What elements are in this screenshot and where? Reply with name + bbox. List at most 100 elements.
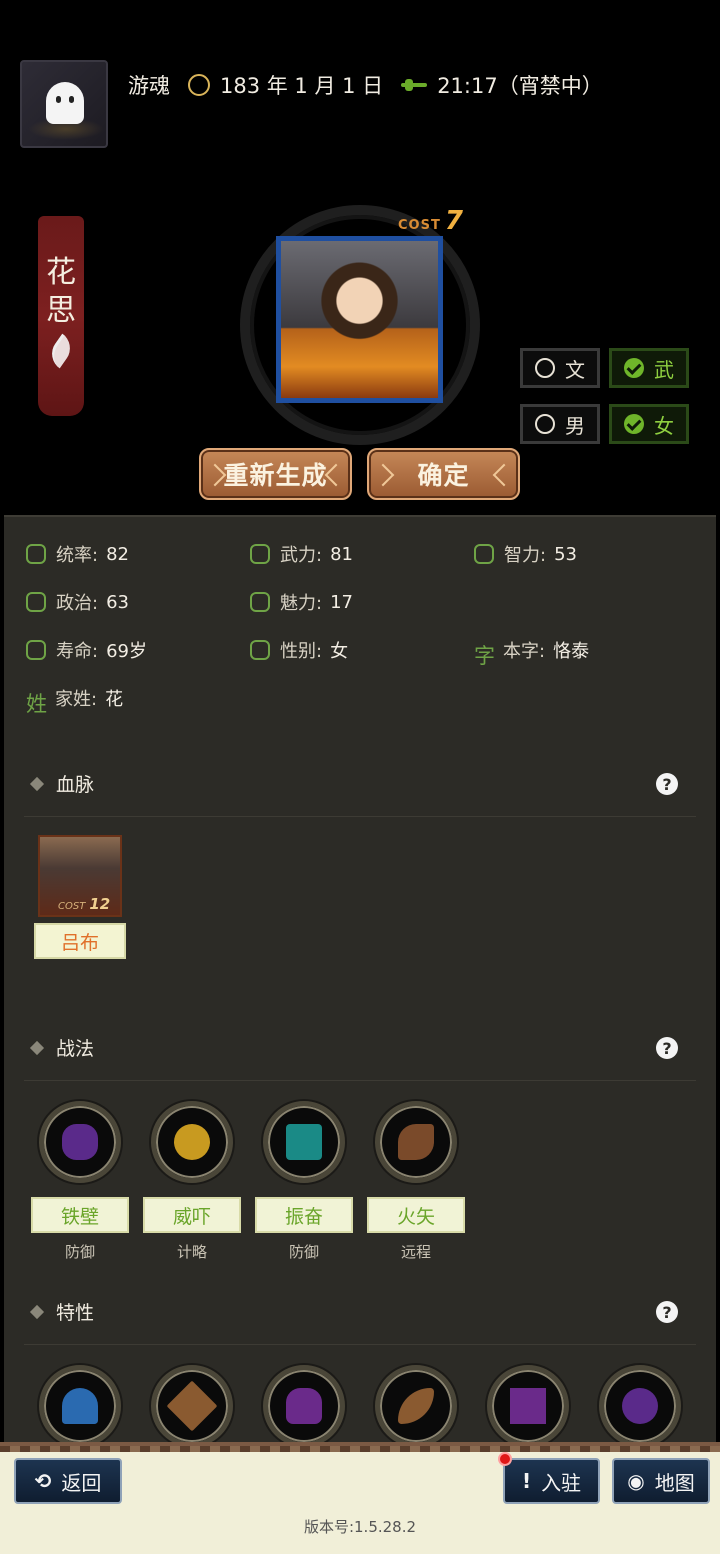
diamond-icon — [29, 1040, 45, 1055]
toggle-wu[interactable]: 武 — [609, 348, 689, 388]
stat-command: 统率: 82 — [26, 539, 129, 569]
cost-label: COST — [58, 901, 86, 912]
trait-item[interactable] — [366, 1365, 466, 1447]
bloodline-name[interactable]: 吕布 — [34, 923, 126, 959]
map-label: 地图 — [654, 1470, 695, 1495]
tactic-inspire[interactable]: 振奋 防御 — [254, 1101, 354, 1262]
stat-value: 花 — [105, 689, 124, 710]
toggle-label: 文 — [565, 357, 585, 382]
eye-icon — [250, 592, 270, 612]
diamond-icon — [29, 1304, 45, 1319]
help-icon[interactable]: ? — [656, 1301, 678, 1323]
stat-intelligence: 智力: 53 — [474, 539, 577, 569]
back-label: 返回 — [61, 1470, 102, 1495]
gate-icon — [487, 1365, 569, 1447]
stat-value: 53 — [554, 543, 577, 565]
arm-icon — [250, 544, 270, 564]
tactic-fire-arrows[interactable]: 火矢 远程 — [366, 1101, 466, 1262]
diamond-icon — [29, 776, 45, 791]
stat-lifespan: 寿命: 69岁 — [26, 635, 147, 665]
toggle-female[interactable]: 女 — [609, 404, 689, 444]
toggle-label: 女 — [654, 413, 674, 438]
tactic-name: 振奋 — [255, 1197, 353, 1233]
name-char-1: 花 — [46, 255, 76, 290]
tactic-type: 防御 — [288, 1243, 319, 1261]
station-button[interactable]: ! 入驻 — [503, 1458, 600, 1504]
name-char-2: 思 — [46, 293, 76, 328]
stat-label: 性别: — [280, 641, 323, 662]
stat-value: 82 — [106, 543, 129, 565]
trait-item[interactable] — [254, 1365, 354, 1447]
stat-value: 17 — [330, 591, 353, 613]
toggle-label: 男 — [565, 413, 585, 438]
stat-value: 63 — [106, 591, 129, 613]
stat-charisma: 魅力: 17 — [250, 587, 353, 617]
cost-value: 12 — [89, 895, 111, 913]
tactics-header: 战法 ? — [24, 1015, 696, 1081]
flag-icon — [26, 544, 46, 564]
help-icon[interactable]: ? — [656, 773, 678, 795]
trait-item[interactable] — [478, 1365, 578, 1447]
stat-value: 81 — [330, 543, 353, 565]
toggle-wen[interactable]: 文 — [520, 348, 600, 388]
brain-icon — [474, 544, 494, 564]
toggle-male[interactable]: 男 — [520, 404, 600, 444]
calendar-icon — [188, 74, 210, 96]
section-title: 特性 — [56, 1302, 95, 1324]
trait-item[interactable] — [142, 1365, 242, 1447]
quill-icon[interactable] — [45, 333, 77, 369]
stat-strength: 武力: 81 — [250, 539, 353, 569]
regenerate-button[interactable]: 重新生成 — [199, 448, 352, 500]
map-button[interactable]: ◉ 地图 — [612, 1458, 710, 1504]
toggle-label: 武 — [654, 357, 674, 382]
tactic-iron-wall[interactable]: 铁壁 防御 — [30, 1101, 130, 1262]
station-label: 入驻 — [541, 1470, 582, 1495]
stat-label: 武力: — [280, 545, 323, 566]
back-button[interactable]: ⟲ 返回 — [14, 1458, 122, 1504]
fire-arrow-icon — [375, 1101, 457, 1183]
top-bar: 游魂 183 年 1 月 1 日 21:17（宵禁中） — [0, 0, 720, 170]
radio-icon — [535, 414, 555, 434]
character-detail-panel: 统率: 82 武力: 81 智力: 53 政治: 63 魅力: 17 寿命: 6… — [4, 515, 716, 1455]
player-avatar[interactable] — [20, 60, 108, 148]
help-icon[interactable]: ? — [656, 1037, 678, 1059]
stat-label: 本字: — [503, 641, 546, 662]
traits-header: 特性 ? — [24, 1279, 696, 1345]
stat-value: 恪泰 — [553, 641, 590, 662]
bottom-divider — [0, 1446, 720, 1452]
longevity-icon — [26, 640, 46, 660]
courtesy-name-icon: 字 — [474, 644, 495, 668]
tactic-name: 火矢 — [367, 1197, 465, 1233]
stat-gender: 性别: 女 — [250, 635, 348, 665]
tactic-intimidate[interactable]: 威吓 计略 — [142, 1101, 242, 1262]
spirit-icon — [263, 1101, 345, 1183]
back-icon: ⟲ — [34, 1469, 52, 1493]
notification-dot — [498, 1452, 512, 1466]
tactic-name: 威吓 — [143, 1197, 241, 1233]
tactic-name: 铁壁 — [31, 1197, 129, 1233]
bloodline-card[interactable]: COST 12 — [38, 835, 122, 917]
shield-icon — [39, 1101, 121, 1183]
gender-icon — [250, 640, 270, 660]
stat-label: 魅力: — [280, 593, 323, 614]
character-cost: COST 7 — [398, 206, 464, 236]
confirm-button[interactable]: 确定 — [367, 448, 520, 500]
stat-label: 家姓: — [55, 689, 98, 710]
alert-icon: ! — [521, 1469, 532, 1493]
radio-icon — [535, 358, 555, 378]
burst-icon — [151, 1365, 233, 1447]
stat-value: 69岁 — [106, 641, 147, 662]
trait-item[interactable] — [30, 1365, 130, 1447]
stat-value: 女 — [330, 641, 349, 662]
stat-family-name: 姓 家姓: 花 — [26, 683, 124, 716]
ghost-icon — [46, 82, 84, 124]
section-title: 血脉 — [56, 774, 95, 796]
cost-value: 7 — [444, 206, 464, 236]
player-name: 游魂 — [128, 74, 170, 98]
trait-item[interactable] — [590, 1365, 690, 1447]
crown-icon — [26, 592, 46, 612]
tactic-type: 远程 — [400, 1243, 431, 1261]
check-icon — [624, 414, 644, 434]
stat-label: 统率: — [56, 545, 99, 566]
section-title: 战法 — [56, 1038, 95, 1060]
